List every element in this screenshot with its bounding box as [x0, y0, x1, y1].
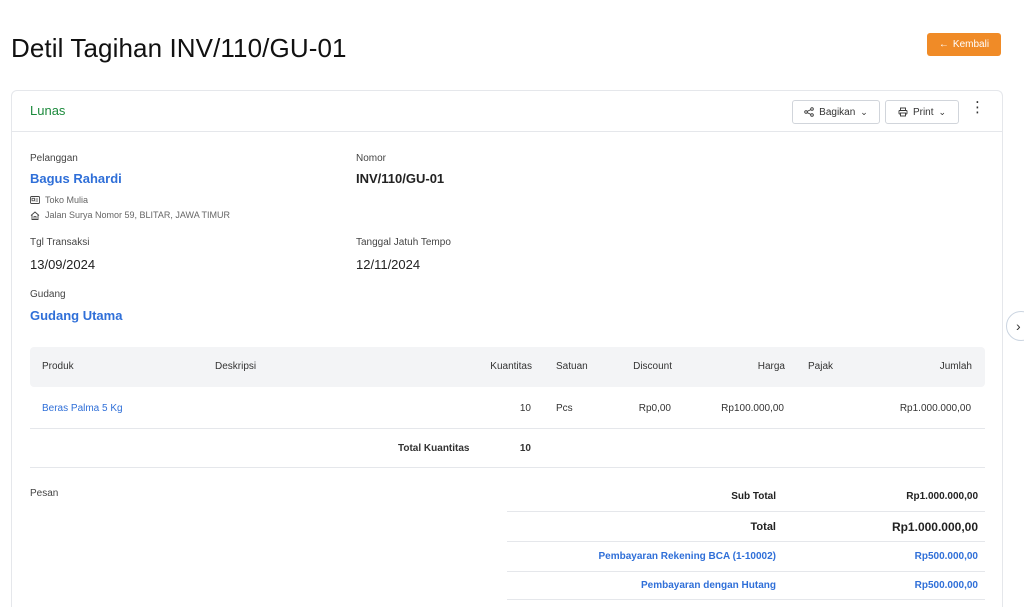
id-card-icon — [30, 196, 40, 204]
col-product: Produk — [42, 361, 74, 372]
share-button-label: Bagikan — [819, 106, 856, 118]
number-label: Nomor — [356, 153, 387, 164]
status-badge: Lunas — [30, 103, 66, 118]
print-button-label: Print — [912, 106, 934, 118]
customer-company: Toko Mulia — [30, 195, 88, 205]
invoice-card: Lunas Bagikan ⌄ Print ⌄ ⋮ Pelanggan Bagu… — [11, 90, 1003, 607]
payment-debt-value: Rp500.000,00 — [914, 580, 978, 591]
col-unit: Satuan — [556, 361, 588, 372]
col-quantity: Kuantitas — [490, 361, 532, 372]
subtotal-label: Sub Total — [731, 491, 776, 502]
invoice-number: INV/110/GU-01 — [356, 171, 445, 186]
row-discount: Rp0,00 — [638, 403, 671, 414]
row-amount: Rp1.000.000,00 — [899, 403, 971, 414]
printer-icon — [898, 107, 908, 117]
total-quantity-value: 10 — [519, 443, 531, 454]
back-button-label: Kembali — [952, 39, 990, 50]
summary-divider — [507, 599, 985, 600]
home-icon — [30, 210, 40, 220]
col-discount: Discount — [633, 361, 672, 372]
total-value: Rp1.000.000,00 — [891, 520, 978, 534]
total-quantity-label: Total Kuantitas — [398, 443, 470, 454]
back-button[interactable]: ← Kembali — [927, 33, 1001, 56]
share-button[interactable]: Bagikan ⌄ — [792, 100, 880, 124]
card-header: Lunas Bagikan ⌄ Print ⌄ ⋮ — [12, 91, 1002, 132]
arrow-left-icon: ← — [938, 39, 949, 50]
warehouse-link[interactable]: Gudang Utama — [30, 308, 122, 323]
warehouse-label: Gudang — [30, 289, 66, 300]
due-date-value: 12/11/2024 — [356, 257, 421, 272]
product-link[interactable]: Beras Palma 5 Kg — [42, 403, 123, 414]
row-price: Rp100.000,00 — [721, 403, 784, 414]
summary-divider — [507, 511, 985, 512]
page-title: Detil Tagihan INV/110/GU-01 — [11, 33, 347, 63]
transaction-date-label: Tgl Transaksi — [30, 237, 90, 248]
row-divider — [30, 428, 985, 429]
summary-divider — [507, 541, 985, 542]
print-button[interactable]: Print ⌄ — [885, 100, 959, 124]
col-tax: Pajak — [808, 361, 834, 372]
more-options-icon[interactable]: ⋮ — [970, 99, 985, 119]
col-amount: Jumlah — [939, 361, 972, 372]
table-header: Produk Deskripsi Kuantitas Satuan Discou… — [30, 347, 985, 387]
row-unit: Pcs — [556, 403, 573, 414]
chevron-right-icon[interactable]: › — [1006, 311, 1024, 341]
col-price: Harga — [757, 361, 785, 372]
payment-debt-link[interactable]: Pembayaran dengan Hutang — [641, 580, 776, 591]
row-quantity: 10 — [519, 403, 531, 414]
customer-company-text: Toko Mulia — [45, 195, 89, 205]
subtotal-value: Rp1.000.000,00 — [906, 491, 978, 502]
chevron-down-icon: ⌄ — [938, 106, 947, 117]
row-divider — [30, 467, 985, 468]
due-date-label: Tanggal Jatuh Tempo — [356, 237, 451, 248]
chevron-down-icon: ⌄ — [860, 106, 868, 117]
payment-bca-link[interactable]: Pembayaran Rekening BCA (1-10002) — [599, 551, 776, 562]
share-icon — [804, 107, 814, 117]
summary-divider — [507, 571, 985, 572]
total-label: Total — [750, 521, 776, 533]
col-description: Deskripsi — [215, 361, 257, 372]
customer-address-text: Jalan Surya Nomor 59, BLITAR, JAWA TIMUR — [45, 210, 231, 220]
payment-bca-value: Rp500.000,00 — [914, 551, 978, 562]
message-label: Pesan — [30, 488, 59, 499]
transaction-date-value: 13/09/2024 — [30, 257, 96, 272]
customer-label: Pelanggan — [30, 153, 78, 164]
customer-address: Jalan Surya Nomor 59, BLITAR, JAWA TIMUR — [30, 210, 230, 220]
customer-name-link[interactable]: Bagus Rahardi — [30, 171, 122, 186]
